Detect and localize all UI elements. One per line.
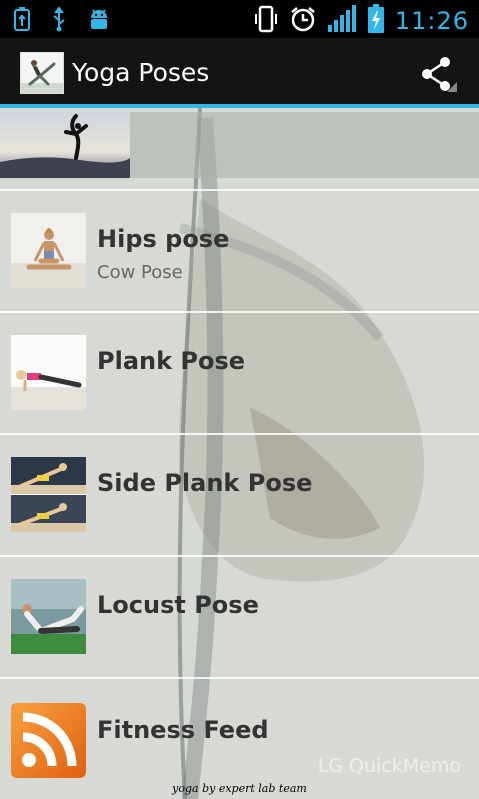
action-bar: Yoga Poses xyxy=(0,38,479,108)
side-plank-pose-thumbnail xyxy=(11,457,86,532)
header-banner-fill xyxy=(130,112,479,178)
quickmemo-watermark: LG QuickMemo xyxy=(317,755,461,777)
alarm-icon xyxy=(289,5,317,37)
hips-pose-thumbnail xyxy=(11,213,86,288)
overflow-indicator xyxy=(447,82,457,92)
android-icon xyxy=(86,6,112,36)
app-icon[interactable] xyxy=(20,52,64,94)
vibrate-icon xyxy=(253,5,279,37)
list-item-side-plank-pose[interactable]: Side Plank Pose xyxy=(0,435,479,557)
list-item-subtitle: Cow Pose xyxy=(97,262,183,283)
signal-icon xyxy=(327,5,357,37)
clock: 11:26 xyxy=(394,7,469,35)
list-item-title: Locust Pose xyxy=(97,591,259,619)
list-item-title: Plank Pose xyxy=(97,347,246,375)
rss-feed-icon xyxy=(11,703,86,778)
locust-pose-thumbnail xyxy=(11,579,86,654)
pose-list[interactable]: Hips pose Cow Pose Plank Pose Side Plank… xyxy=(0,108,479,799)
list-item-fitness-feed[interactable]: Fitness Feed xyxy=(0,679,479,799)
list-item-title: Hips pose xyxy=(97,225,230,253)
footer-credit: yoga by expert lab team xyxy=(172,782,307,795)
battery-charging-icon xyxy=(367,4,385,38)
list-item-title: Fitness Feed xyxy=(97,716,269,744)
header-banner-image xyxy=(0,112,130,178)
plank-pose-thumbnail xyxy=(11,335,86,410)
share-button[interactable] xyxy=(417,52,461,96)
page-title: Yoga Poses xyxy=(72,58,210,87)
usb-icon xyxy=(50,6,68,36)
list-item-locust-pose[interactable]: Locust Pose xyxy=(0,557,479,679)
usb-debug-icon xyxy=(12,6,32,36)
list-item-title: Side Plank Pose xyxy=(97,469,313,497)
list-item-hips-pose[interactable]: Hips pose Cow Pose xyxy=(0,191,479,313)
status-bar: 11:26 xyxy=(0,0,479,38)
list-item-plank-pose[interactable]: Plank Pose xyxy=(0,313,479,435)
